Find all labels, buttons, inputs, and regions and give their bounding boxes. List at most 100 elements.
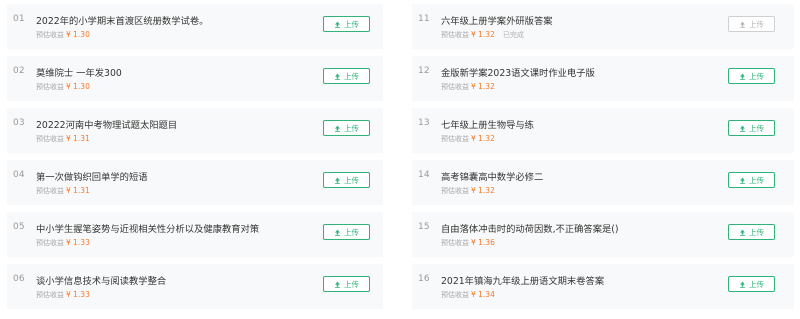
item-title: 2021年镇海九年级上册语文期末卷答案 (441, 276, 605, 287)
upload-label: 上传 (344, 19, 359, 29)
item-price: ¥ 1.31 (66, 134, 90, 143)
item-earnings: 预估收益 ¥ 1.32 (441, 186, 503, 196)
upload-button[interactable]: 上传 (728, 224, 775, 240)
upload-icon (739, 73, 746, 80)
upload-icon (739, 21, 746, 28)
item-price: ¥ 1.34 (471, 290, 495, 299)
upload-button[interactable]: 上传 (323, 276, 370, 292)
upload-label: 上传 (344, 175, 359, 185)
upload-icon (334, 281, 341, 288)
item-price: ¥ 1.31 (66, 186, 90, 195)
list-item: 03 20222河南中考物理试题太阳题目 预估收益 ¥ 1.31 上传 (7, 108, 383, 153)
item-number: 12 (418, 66, 430, 76)
upload-icon (739, 281, 746, 288)
upload-label: 上传 (749, 19, 764, 29)
item-earnings: 预估收益 ¥ 1.32 (441, 82, 503, 92)
earnings-label: 预估收益 (36, 135, 64, 143)
item-number: 13 (418, 118, 430, 128)
upload-button[interactable]: 上传 (323, 120, 370, 136)
upload-label: 上传 (749, 175, 764, 185)
upload-icon (334, 21, 341, 28)
upload-icon (334, 229, 341, 236)
upload-button[interactable]: 上传 (323, 224, 370, 240)
item-title: 2022年的小学期末首渡区统册数学试卷。 (36, 16, 209, 27)
upload-button[interactable]: 上传 (728, 16, 775, 32)
item-number: 15 (418, 222, 430, 232)
item-price: ¥ 1.32 (471, 186, 495, 195)
list-item: 13 七年级上册生物导与练 预估收益 ¥ 1.32 上传 (412, 108, 794, 153)
item-price: ¥ 1.30 (66, 30, 90, 39)
item-number: 02 (13, 66, 25, 76)
earnings-label: 预估收益 (36, 239, 64, 247)
upload-icon (334, 125, 341, 132)
upload-label: 上传 (344, 71, 359, 81)
upload-button[interactable]: 上传 (728, 120, 775, 136)
column-left: 01 2022年的小学期末首渡区统册数学试卷。 预估收益 ¥ 1.30 上传 02… (7, 0, 383, 319)
item-title: 六年级上册学案外研版答案 (441, 16, 553, 27)
item-title: 20222河南中考物理试题太阳题目 (36, 120, 178, 131)
upload-label: 上传 (344, 279, 359, 289)
item-price: ¥ 1.32 (471, 82, 495, 91)
upload-label: 上传 (749, 279, 764, 289)
earnings-label: 预估收益 (441, 187, 469, 195)
earnings-label: 预估收益 (441, 239, 469, 247)
item-number: 06 (13, 274, 25, 284)
list-item: 12 金版新学案2023语文课时作业电子版 预估收益 ¥ 1.32 上传 (412, 56, 794, 101)
upload-label: 上传 (749, 71, 764, 81)
upload-icon (739, 229, 746, 236)
list-item: 01 2022年的小学期末首渡区统册数学试卷。 预估收益 ¥ 1.30 上传 (7, 4, 383, 49)
item-number: 01 (13, 14, 25, 24)
item-earnings: 预估收益 ¥ 1.34 (441, 290, 503, 300)
list-item: 02 莫维院士 一年发300 预估收益 ¥ 1.30 上传 (7, 56, 383, 101)
upload-icon (739, 177, 746, 184)
item-earnings: 预估收益 ¥ 1.30 (36, 30, 98, 40)
upload-icon (334, 73, 341, 80)
upload-list: 01 2022年的小学期末首渡区统册数学试卷。 预估收益 ¥ 1.30 上传 02… (0, 0, 800, 319)
item-number: 16 (418, 274, 430, 284)
upload-button[interactable]: 上传 (728, 276, 775, 292)
item-title: 高考锦囊高中数学必修二 (441, 172, 544, 183)
item-number: 05 (13, 222, 25, 232)
item-title: 金版新学案2023语文课时作业电子版 (441, 68, 595, 79)
item-price: ¥ 1.30 (66, 82, 90, 91)
upload-button[interactable]: 上传 (728, 172, 775, 188)
item-title: 第一次做钩织回单学的短语 (36, 172, 148, 183)
list-item: 15 自由落体冲击时的动荷因数,不正确答案是() 预估收益 ¥ 1.36 上传 (412, 212, 794, 257)
column-right: 11 六年级上册学案外研版答案 预估收益 ¥ 1.32 已完成 上传 12 金版新学… (412, 0, 794, 319)
item-title: 自由落体冲击时的动荷因数,不正确答案是() (441, 224, 619, 235)
earnings-label: 预估收益 (441, 291, 469, 299)
item-title: 七年级上册生物导与练 (441, 120, 534, 131)
item-number: 04 (13, 170, 25, 180)
item-earnings: 预估收益 ¥ 1.32 (441, 134, 503, 144)
upload-button[interactable]: 上传 (323, 172, 370, 188)
item-earnings: 预估收益 ¥ 1.33 (36, 238, 98, 248)
upload-label: 上传 (344, 123, 359, 133)
earnings-label: 预估收益 (441, 31, 469, 39)
upload-button[interactable]: 上传 (323, 16, 370, 32)
item-price: ¥ 1.33 (66, 238, 90, 247)
upload-label: 上传 (749, 227, 764, 237)
item-title: 莫维院士 一年发300 (36, 68, 122, 79)
upload-label: 上传 (749, 123, 764, 133)
item-status: 已完成 (502, 31, 524, 39)
item-earnings: 预估收益 ¥ 1.31 (36, 186, 98, 196)
earnings-label: 预估收益 (441, 135, 469, 143)
earnings-label: 预估收益 (36, 187, 64, 195)
earnings-label: 预估收益 (36, 31, 64, 39)
item-price: ¥ 1.33 (66, 290, 90, 299)
item-number: 03 (13, 118, 25, 128)
upload-button[interactable]: 上传 (728, 68, 775, 84)
list-item: 05 中小学生握笔姿势与近视相关性分析以及健康教育对策 预估收益 ¥ 1.33 上… (7, 212, 383, 257)
item-number: 11 (418, 14, 430, 24)
upload-icon (739, 125, 746, 132)
item-earnings: 预估收益 ¥ 1.30 (36, 82, 98, 92)
upload-icon (334, 177, 341, 184)
list-item: 11 六年级上册学案外研版答案 预估收益 ¥ 1.32 已完成 上传 (412, 4, 794, 49)
list-item: 04 第一次做钩织回单学的短语 预估收益 ¥ 1.31 上传 (7, 160, 383, 205)
upload-button[interactable]: 上传 (323, 68, 370, 84)
item-earnings: 预估收益 ¥ 1.36 (441, 238, 503, 248)
earnings-label: 预估收益 (441, 83, 469, 91)
item-number: 14 (418, 170, 430, 180)
list-item: 06 谈小学信息技术与阅读教学整合 预估收益 ¥ 1.33 上传 (7, 264, 383, 309)
item-price: ¥ 1.36 (471, 238, 495, 247)
